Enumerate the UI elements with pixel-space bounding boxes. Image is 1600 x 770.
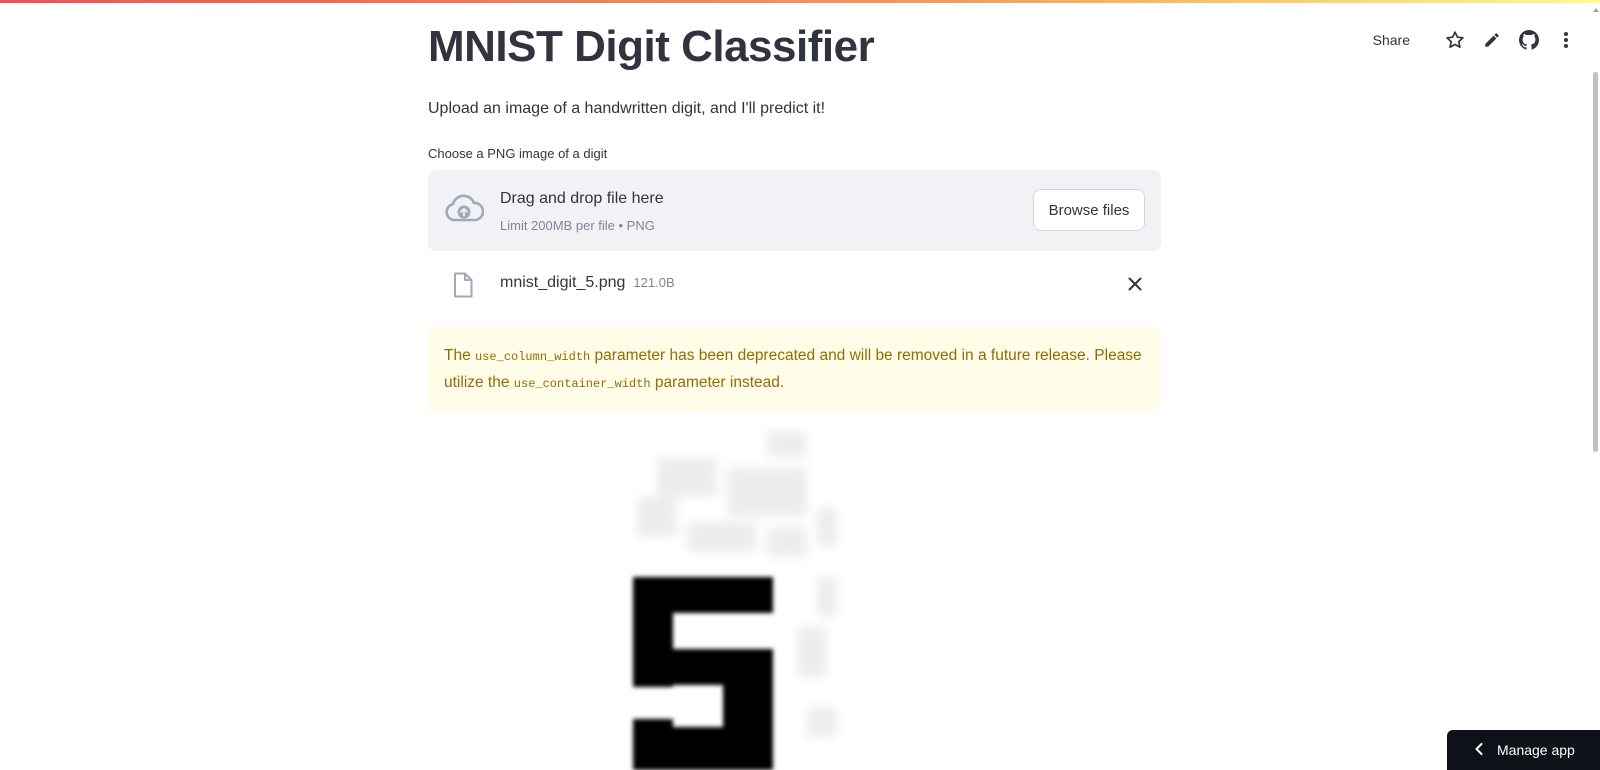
deprecation-warning: The use_column_width parameter has been … [428,327,1161,411]
manage-app-button[interactable]: Manage app [1447,730,1600,770]
scroll-up-arrow-icon[interactable] [1593,8,1599,12]
remove-file-button[interactable] [1125,274,1145,294]
page-subtitle: Upload an image of a handwritten digit, … [428,100,826,117]
header-decoration-bar [0,0,1600,3]
github-icon[interactable] [1515,28,1543,52]
close-icon [1128,277,1142,291]
manage-app-label: Manage app [1497,742,1575,758]
warning-text-1: The [444,347,476,364]
more-vertical-icon[interactable] [1552,28,1580,52]
uploaded-digit-image [627,427,847,770]
cloud-upload-icon [444,194,485,226]
file-uploader-label: Choose a PNG image of a digit [428,146,608,161]
browse-files-button[interactable]: Browse files [1033,189,1145,231]
page-scrollbar[interactable] [1592,0,1600,770]
uploaded-file-name: mnist_digit_5.png 121.0B [500,274,675,292]
file-name-text: mnist_digit_5.png [500,274,626,291]
file-dropzone[interactable]: Drag and drop file here Limit 200MB per … [428,170,1161,251]
star-icon[interactable] [1441,28,1469,52]
app-toolbar: Share [1373,28,1580,52]
warning-code-1: use_column_width [475,350,591,364]
page-title: MNIST Digit Classifier [428,22,875,71]
file-size: 121.0B [633,275,675,290]
warning-text-3: parameter instead. [650,374,785,391]
dropzone-limit-text: Limit 200MB per file • PNG [500,218,655,233]
uploaded-file-row: mnist_digit_5.png 121.0B [428,268,1161,300]
share-button[interactable]: Share [1373,32,1410,48]
pencil-icon[interactable] [1478,28,1506,52]
warning-code-2: use_container_width [513,377,651,391]
dropzone-instructions: Drag and drop file here [500,190,664,207]
file-icon [452,272,474,298]
scrollbar-thumb[interactable] [1593,72,1598,452]
chevron-left-icon [1475,742,1483,758]
